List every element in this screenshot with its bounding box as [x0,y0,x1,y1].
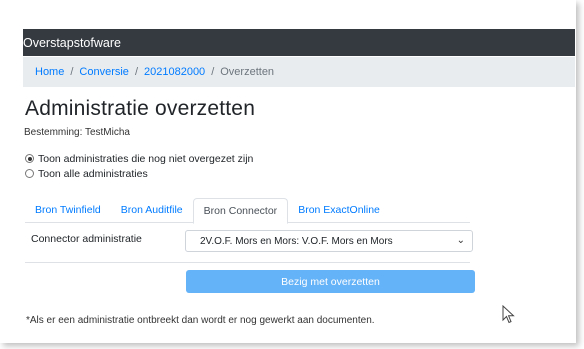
navbar-brand[interactable]: Overstapstofware [23,36,121,50]
radio-option-not-converted[interactable]: Toon administraties die nog niet overgez… [25,151,253,166]
breadcrumb-current: Overzetten [220,66,275,78]
mouse-pointer-icon [502,305,515,324]
filter-radio-group: Toon administraties die nog niet overgez… [25,151,253,181]
radio-button[interactable] [25,169,34,178]
page-title: Administratie overzetten [25,97,256,120]
tab-connector[interactable]: Bron Connector [192,198,289,224]
select-value: 2V.O.F. Mors en Mors: V.O.F. Mors en Mor… [200,235,393,247]
breadcrumb-separator: / [134,66,138,78]
radio-option-all[interactable]: Toon alle administraties [25,166,253,181]
source-tabs: Bron Twinfield Bron Auditfile Bron Conne… [25,198,470,224]
destination-label: Bestemming: TestMicha [24,127,130,138]
tab-twinfield[interactable]: Bron Twinfield [25,198,111,222]
tab-auditfile[interactable]: Bron Auditfile [111,198,193,222]
breadcrumb-separator: / [211,66,215,78]
connector-administration-label: Connector administratie [31,233,142,245]
navbar: Overstapstofware [23,29,575,56]
breadcrumb-conversie[interactable]: Conversie [79,66,129,78]
breadcrumb-separator: / [70,66,74,78]
breadcrumb-id[interactable]: 2021082000 [144,66,205,78]
radio-label: Toon alle administraties [38,167,148,180]
breadcrumb: Home / Conversie / 2021082000 / Overzett… [23,57,575,87]
convert-button[interactable]: Bezig met overzetten [186,270,475,293]
footnote: *Als er een administratie ontbreekt dan … [26,315,375,326]
radio-label: Toon administraties die nog niet overgez… [38,152,254,165]
connector-form-row: Connector administratie 2V.O.F. Mors en … [25,222,473,263]
app-window: Overstapstofware Home / Conversie / 2021… [0,0,576,343]
radio-button-checked[interactable] [25,154,34,163]
connector-administration-select[interactable]: 2V.O.F. Mors en Mors: V.O.F. Mors en Mor… [185,230,473,252]
chevron-down-icon: ⌄ [456,235,465,246]
breadcrumb-home[interactable]: Home [35,66,64,78]
tab-exactonline[interactable]: Bron ExactOnline [288,198,390,222]
